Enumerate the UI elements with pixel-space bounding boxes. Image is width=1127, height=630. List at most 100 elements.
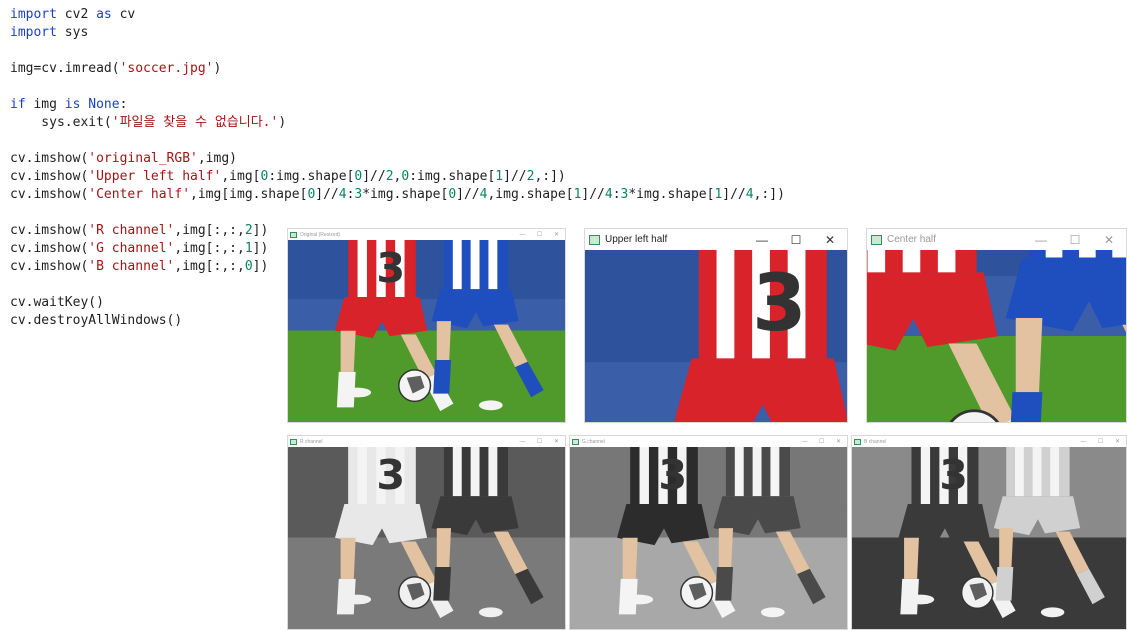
code-token: 0 [448,187,457,202]
code-token: 0 [244,259,253,274]
code-token: ]// [315,187,339,202]
code-token: ,:]) [753,187,785,202]
maximize-icon[interactable]: ☐ [531,438,548,445]
code-token: : [119,97,128,112]
code-token: cv.imshow( [10,259,89,274]
code-token: ]) [252,259,269,274]
window-center[interactable]: Center half — ☐ ✕ 3 [866,228,1127,423]
minimize-icon[interactable]: — [1024,233,1058,247]
window-title: Original (Resized) [300,231,341,238]
window-image: 3 [288,447,565,629]
code-token: 'G channel' [88,241,175,256]
code-token: sys [56,25,89,40]
code-line: cv.imshow('original_RGB',img) [10,150,785,168]
window-title: Center half [887,234,936,245]
window-title: G channel [582,438,605,445]
close-icon[interactable]: ✕ [1109,438,1126,445]
minimize-icon[interactable]: — [796,439,813,445]
window-image: 3 [867,250,1126,422]
window-image: 3 [288,240,565,422]
code-token: 'B channel' [88,259,175,274]
code-token: *img.shape[ [628,187,715,202]
code-line: cv.imshow('Upper left half',img[0:img.sh… [10,168,785,186]
opencv-window-icon [589,234,600,245]
maximize-icon[interactable]: ☐ [1058,233,1092,247]
code-token: ]) [252,241,269,256]
window-title: B channel [864,438,887,445]
code-token: 2 [244,223,253,238]
window-titlebar[interactable]: Original (Resized) — ☐ ✕ [288,229,565,240]
opencv-window-icon [572,438,579,445]
code-token: cv [111,7,136,22]
code-token: cv2 [56,7,97,22]
code-line: cv.imshow('Center half',img[img.shape[0]… [10,186,785,204]
code-token: ]// [362,169,386,184]
window-original[interactable]: Original (Resized) — ☐ ✕ 3 [287,228,566,423]
code-token: is None [64,97,120,112]
code-token: ,:]) [534,169,566,184]
code-token: 2 [385,169,394,184]
svg-text:3: 3 [376,451,405,499]
code-token: sys.exit( [10,115,112,130]
code-token: ) [213,61,222,76]
code-token: 'soccer.jpg' [119,61,214,76]
code-token: 'original_RGB' [88,151,198,166]
window-image: 3 [585,250,847,422]
code-token: '파일을 찾을 수 없습니다.' [111,115,279,130]
window-r-channel[interactable]: R channel — ☐ ✕ 3 [287,435,566,630]
window-b-channel[interactable]: B channel — ☐ ✕ 3 [851,435,1127,630]
svg-text:3: 3 [939,451,967,499]
code-line: if img is None: [10,96,785,114]
close-icon[interactable]: ✕ [548,438,565,445]
window-titlebar[interactable]: G channel — ☐ ✕ [570,436,847,447]
maximize-icon[interactable]: ☐ [1092,438,1109,445]
window-image: 3 [852,447,1126,629]
code-token: :img.shape[ [268,169,355,184]
close-icon[interactable]: ✕ [548,231,565,238]
opencv-window-icon [854,438,861,445]
opencv-window-icon [290,438,297,445]
code-token: : [612,187,621,202]
close-icon[interactable]: ✕ [813,233,847,247]
code-token: ,img[:,:, [174,223,245,238]
window-upper-left[interactable]: Upper left half — ☐ ✕ 3 [584,228,848,423]
window-g-channel[interactable]: G channel — ☐ ✕ 3 [569,435,848,630]
code-token: ]// [581,187,605,202]
code-token: ,img[img.shape[ [190,187,308,202]
code-line: img=cv.imread('soccer.jpg') [10,60,785,78]
window-titlebar[interactable]: B channel — ☐ ✕ [852,436,1126,447]
code-token: ]// [722,187,746,202]
code-token: *img.shape[ [362,187,449,202]
minimize-icon[interactable]: — [1075,439,1092,445]
code-token: 4 [745,187,754,202]
code-token: if [10,97,26,112]
window-image: 3 [570,447,847,629]
code-token: 'Upper left half' [88,169,222,184]
minimize-icon[interactable]: — [745,233,779,247]
code-token: ) [278,115,287,130]
maximize-icon[interactable]: ☐ [779,233,813,247]
code-line: import cv2 as cv [10,6,785,24]
opencv-window-icon [290,231,297,238]
maximize-icon[interactable]: ☐ [813,438,830,445]
code-token: ,img) [197,151,237,166]
window-titlebar[interactable]: Upper left half — ☐ ✕ [585,229,847,250]
code-token: cv.imshow( [10,151,89,166]
window-title: Upper left half [605,234,668,245]
window-titlebar[interactable]: Center half — ☐ ✕ [867,229,1126,250]
minimize-icon[interactable]: — [514,232,531,238]
svg-text:3: 3 [752,258,806,349]
code-token: 'R channel' [88,223,175,238]
window-titlebar[interactable]: R channel — ☐ ✕ [288,436,565,447]
code-line: import sys [10,24,785,42]
opencv-window-icon [871,234,882,245]
code-token: ,img[:,:, [174,241,245,256]
close-icon[interactable]: ✕ [830,438,847,445]
minimize-icon[interactable]: — [514,439,531,445]
close-icon[interactable]: ✕ [1092,233,1126,247]
code-token: cv.destroyAllWindows() [10,313,183,328]
code-token: ,img[:,:, [174,259,245,274]
maximize-icon[interactable]: ☐ [531,231,548,238]
